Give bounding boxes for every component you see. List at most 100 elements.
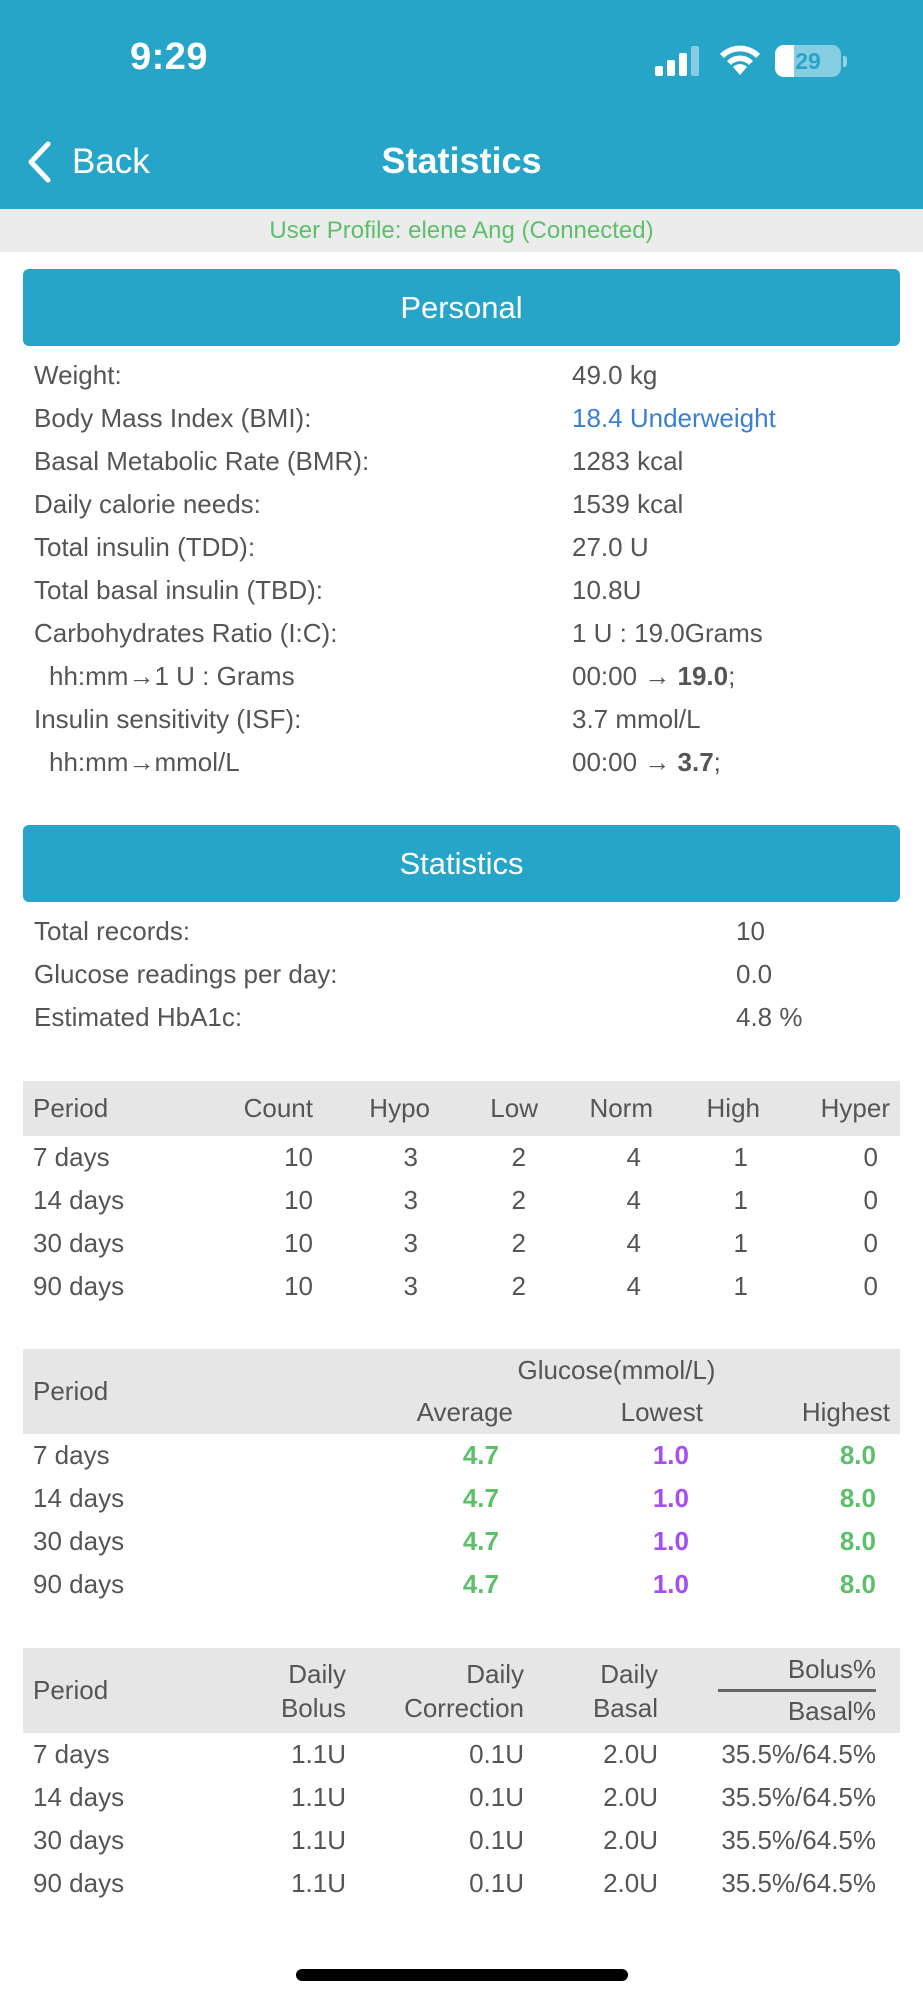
col-hyper: Hyper bbox=[770, 1081, 900, 1136]
hba1c-value: 4.8 % bbox=[736, 1002, 803, 1032]
cell: 2.0U bbox=[603, 1825, 658, 1855]
cell-highest: 8.0 bbox=[839, 1483, 876, 1513]
table-header-row: Period Daily Bolus Daily Correction Daily B… bbox=[23, 1648, 900, 1733]
cell-lowest: 1.0 bbox=[652, 1569, 689, 1599]
cell: 14 days bbox=[33, 1483, 125, 1513]
cell-lowest: 1.0 bbox=[652, 1440, 689, 1470]
total-records-label: Total records: bbox=[34, 916, 191, 946]
col-highest: Highest bbox=[713, 1391, 900, 1434]
calorie-label: Daily calorie needs: bbox=[34, 489, 261, 519]
total-records-value: 10 bbox=[736, 916, 765, 946]
cell: 1 bbox=[733, 1142, 748, 1172]
tdd-label: Total insulin (TDD): bbox=[34, 532, 256, 562]
cell: 10 bbox=[284, 1142, 313, 1172]
ratio-bottom-label: Basal% bbox=[787, 1696, 876, 1726]
cell: 0.1U bbox=[469, 1868, 524, 1898]
insulin-table: Period Daily Bolus Daily Correction Daily B… bbox=[23, 1648, 900, 1905]
bmr-label: Basal Metabolic Rate (BMR): bbox=[34, 446, 370, 476]
glucose-table: Period Glucose(mmol/L) Average Lowest Hi… bbox=[23, 1349, 900, 1606]
table-row: 30 days 1.1U 0.1U 2.0U 35.5%/64.5% bbox=[23, 1819, 900, 1862]
table-row: 14 days 1.1U 0.1U 2.0U 35.5%/64.5% bbox=[23, 1776, 900, 1819]
cell: 0 bbox=[863, 1228, 878, 1258]
cell: 10 bbox=[284, 1228, 313, 1258]
cell: 90 days bbox=[33, 1868, 125, 1898]
cell: 4 bbox=[626, 1185, 641, 1215]
cell: 10 bbox=[284, 1185, 313, 1215]
cellular-signal-icon bbox=[655, 46, 701, 76]
weight-value: 49.0 kg bbox=[572, 360, 658, 390]
wifi-icon bbox=[720, 45, 760, 75]
isf-schedule-time: 00:00 → bbox=[572, 747, 678, 777]
cell: 10 bbox=[284, 1271, 313, 1301]
cell: 2.0U bbox=[603, 1868, 658, 1898]
tbd-label: Total basal insulin (TBD): bbox=[34, 575, 323, 605]
tbd-value: 10.8U bbox=[572, 575, 642, 605]
cell: 2 bbox=[511, 1185, 526, 1215]
cell: 0.1U bbox=[469, 1739, 524, 1769]
cell: 35.5%/64.5% bbox=[721, 1825, 876, 1855]
cell-highest: 8.0 bbox=[839, 1440, 876, 1470]
cell-highest: 8.0 bbox=[839, 1526, 876, 1556]
cell: 7 days bbox=[33, 1739, 110, 1769]
cell: 3 bbox=[403, 1271, 418, 1301]
ic-schedule-value: 00:00 → 19.0; bbox=[572, 655, 735, 698]
cell: 4 bbox=[626, 1228, 641, 1258]
table-header-row: Period Glucose(mmol/L) bbox=[23, 1349, 900, 1434]
table-row: 90 days 10 3 2 4 1 0 bbox=[23, 1265, 900, 1308]
home-indicator[interactable] bbox=[296, 1969, 628, 1981]
status-time: 9:29 bbox=[130, 36, 209, 78]
cell: 1.1U bbox=[291, 1868, 346, 1898]
col-average: Average bbox=[283, 1391, 523, 1434]
cell: 0 bbox=[863, 1185, 878, 1215]
cell: 1 bbox=[733, 1228, 748, 1258]
cell: 2.0U bbox=[603, 1739, 658, 1769]
user-profile-status: User Profile: elene Ang (Connected) bbox=[0, 209, 923, 252]
personal-header: Personal bbox=[23, 269, 900, 346]
cell: 90 days bbox=[33, 1569, 125, 1599]
bmi-value[interactable]: 18.4 Underweight bbox=[572, 397, 776, 440]
col-daily-bolus-line2: Bolus bbox=[280, 1692, 346, 1723]
table-row: 7 days 1.1U 0.1U 2.0U 35.5%/64.5% bbox=[23, 1733, 900, 1776]
isf-schedule-label: hh:mm→mmol/L bbox=[49, 747, 240, 777]
cell: 7 days bbox=[33, 1440, 110, 1470]
col-count: Count bbox=[193, 1081, 323, 1136]
col-hypo: Hypo bbox=[323, 1081, 440, 1136]
weight-label: Weight: bbox=[34, 360, 122, 390]
cell: 1.1U bbox=[291, 1739, 346, 1769]
col-daily-correction: Daily Correction bbox=[368, 1648, 546, 1733]
cell: 3 bbox=[403, 1142, 418, 1172]
col-low: Low bbox=[440, 1081, 548, 1136]
cell-average: 4.7 bbox=[462, 1526, 499, 1556]
col-bolus-basal-ratio: Bolus% Basal% bbox=[680, 1648, 900, 1733]
battery-cap bbox=[843, 56, 847, 67]
cell: 7 days bbox=[33, 1142, 110, 1172]
col-lowest: Lowest bbox=[523, 1391, 713, 1434]
cell: 3 bbox=[403, 1185, 418, 1215]
cell: 1 bbox=[733, 1185, 748, 1215]
table-header-row: Period Count Hypo Low Norm High Hyper bbox=[23, 1081, 900, 1136]
isf-schedule-amount: 3.7 bbox=[677, 747, 714, 777]
ic-schedule-suffix: ; bbox=[728, 661, 736, 691]
col-period: Period bbox=[23, 1648, 188, 1733]
cell: 1.1U bbox=[291, 1825, 346, 1855]
cell-average: 4.7 bbox=[462, 1440, 499, 1470]
cell: 2 bbox=[511, 1271, 526, 1301]
ic-schedule-time: 00:00 → bbox=[572, 661, 678, 691]
col-norm: Norm bbox=[548, 1081, 663, 1136]
col-high: High bbox=[663, 1081, 770, 1136]
table-row: 14 days 10 3 2 4 1 0 bbox=[23, 1179, 900, 1222]
readings-per-day-value: 0.0 bbox=[736, 959, 773, 989]
nav-bar: 9:29 29 Back Statistics bbox=[0, 0, 923, 209]
cell: 0 bbox=[863, 1271, 878, 1301]
col-daily-basal-line1: Daily bbox=[600, 1658, 658, 1689]
ic-schedule-amount: 19.0 bbox=[677, 661, 729, 691]
cell: 30 days bbox=[33, 1825, 125, 1855]
col-period: Period bbox=[23, 1081, 193, 1136]
col-daily-bolus-line1: Daily bbox=[288, 1658, 346, 1689]
isf-schedule-value: 00:00 → 3.7; bbox=[572, 741, 721, 784]
col-period: Period bbox=[23, 1349, 283, 1434]
cell: 2 bbox=[511, 1228, 526, 1258]
ic-schedule-label: hh:mm→1 U : Grams bbox=[49, 661, 295, 691]
battery-percent: 29 bbox=[795, 48, 821, 74]
battery-icon: 29 bbox=[775, 45, 841, 77]
